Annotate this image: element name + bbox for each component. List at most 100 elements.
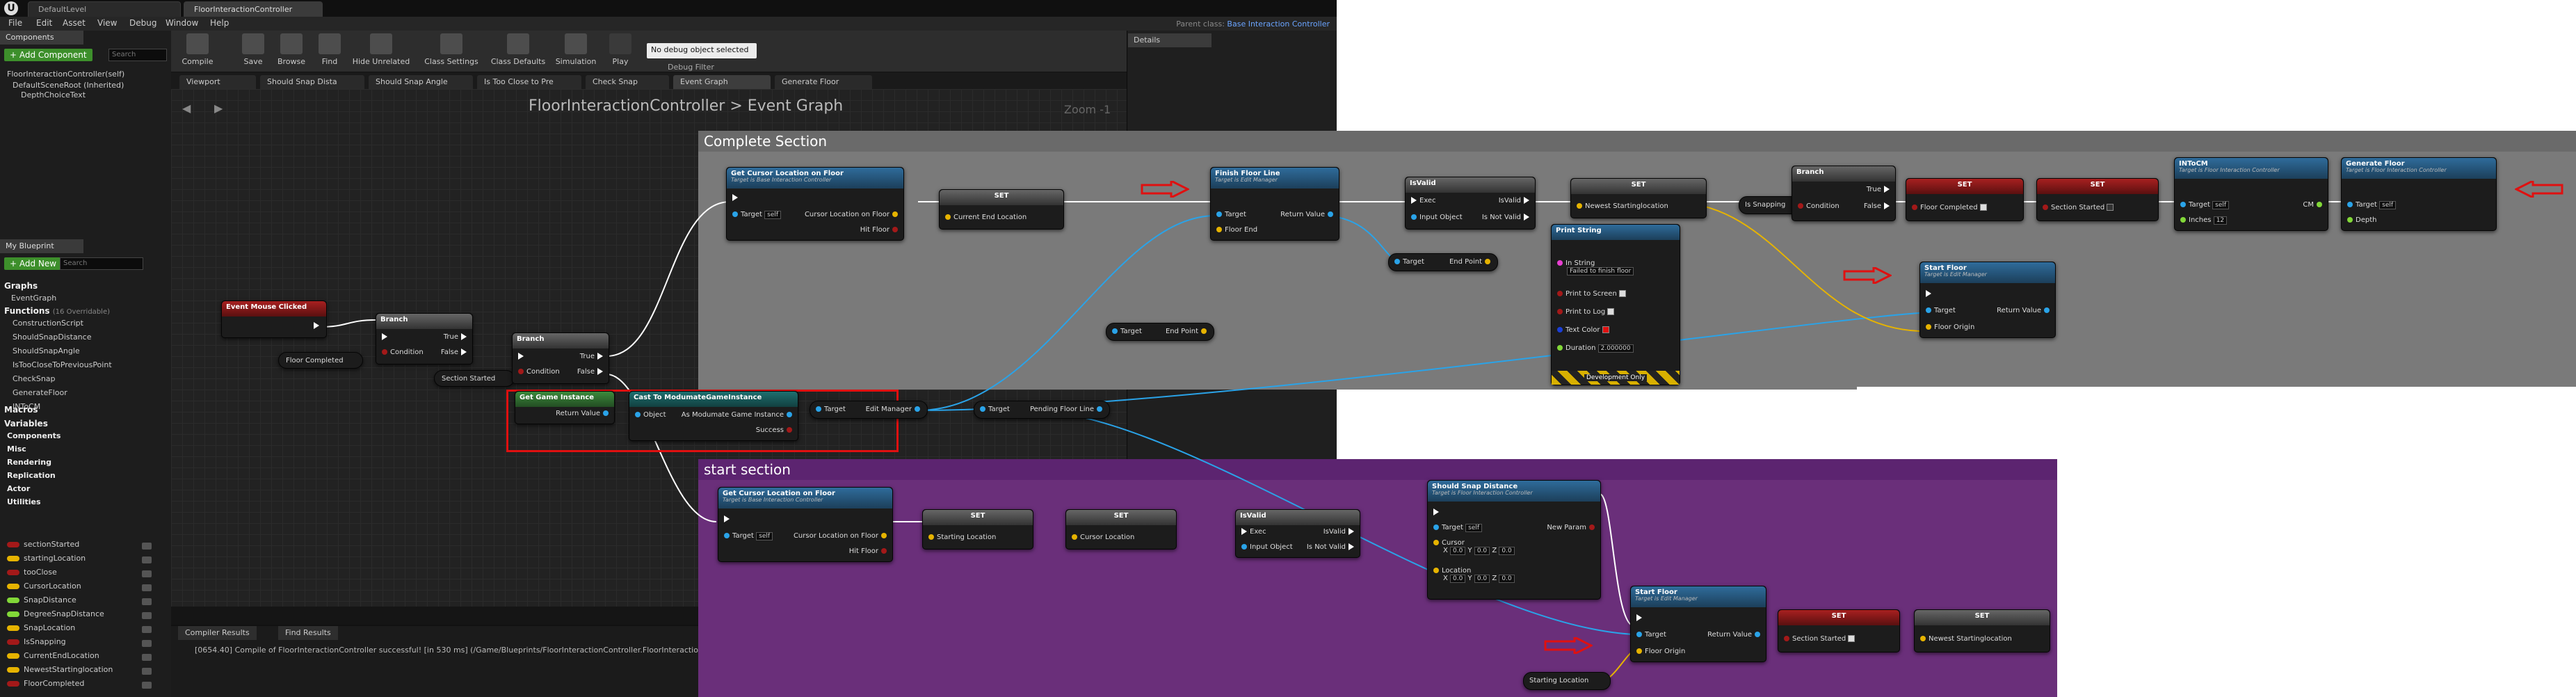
set-starting-location-pin[interactable]: Starting Location <box>926 534 996 541</box>
start-floor-2-exec[interactable] <box>1634 614 1645 622</box>
cast-object-pin[interactable]: Object <box>632 411 666 419</box>
node-set-current-end[interactable]: SET Current End Location <box>939 189 1064 230</box>
node-event-mouse-clicked[interactable]: Event Mouse Clicked <box>221 301 327 338</box>
cursor-y[interactable]: 0.0 <box>1474 547 1490 555</box>
end-point-2-target[interactable]: Target <box>1392 258 1424 266</box>
get-cursor-2-target[interactable]: Target self <box>721 532 773 540</box>
generate-floor-target[interactable]: Target self <box>2344 201 2397 209</box>
node-set-starting-location[interactable]: SET Starting Location <box>922 509 1033 550</box>
should-snap-target[interactable]: Target self <box>1431 524 1483 532</box>
finish-floor-return[interactable]: Return Value <box>1280 211 1336 218</box>
end-point-1-target[interactable]: Target <box>1109 328 1142 335</box>
get-cursor-1-loc-out[interactable]: Cursor Location on Floor <box>805 211 901 218</box>
branch-3-true[interactable]: True <box>1867 186 1892 193</box>
start-floor-1-exec[interactable] <box>1923 290 1934 298</box>
node-set-cursor-location[interactable]: SET Cursor Location <box>1065 509 1177 550</box>
into-cm-inches[interactable]: Inches 12 <box>2177 216 2228 225</box>
print-text-color[interactable]: Text Color <box>1554 326 1609 334</box>
node-is-valid-2[interactable]: IsValid Exec IsValid Input Object Is Not… <box>1235 509 1360 558</box>
get-game-instance-return[interactable]: Return Value <box>556 410 611 417</box>
print-screen-checkbox[interactable] <box>1618 290 1626 297</box>
should-snap-new-param[interactable]: New Param <box>1547 524 1597 531</box>
node-start-floor-1[interactable]: Start Floor Target is Edit Manager Target… <box>1919 262 2056 338</box>
node-floor-completed-getter[interactable]: Floor Completed <box>278 352 363 369</box>
branch-2-condition[interactable]: Condition <box>515 368 560 376</box>
node-start-floor-2[interactable]: Start Floor Target is Edit Manager Target… <box>1630 586 1766 662</box>
get-edit-manager-target[interactable]: Target <box>813 406 846 413</box>
get-cursor-1-exec-in[interactable] <box>730 194 741 202</box>
is-valid-1-not-valid[interactable]: Is Not Valid <box>1482 214 1532 221</box>
node-end-point-2[interactable]: Target End Point <box>1388 253 1498 271</box>
get-cursor-1-target[interactable]: Target self <box>730 211 782 219</box>
branch-1-condition[interactable]: Condition <box>379 348 424 356</box>
start-floor-1-target[interactable]: Target <box>1923 307 1956 314</box>
is-valid-2-input[interactable]: Input Object <box>1239 543 1293 551</box>
into-cm-target[interactable]: Target self <box>2177 201 2230 209</box>
print-log-checkbox[interactable] <box>1607 308 1615 315</box>
branch-1-exec-in[interactable] <box>379 333 390 341</box>
cursor-z[interactable]: 0.0 <box>1499 547 1515 555</box>
text-color-swatch[interactable] <box>1602 326 1609 333</box>
set-cursor-location-pin[interactable]: Cursor Location <box>1069 534 1134 541</box>
print-to-log[interactable]: Print to Log <box>1554 308 1615 316</box>
node-branch-3[interactable]: Branch True Condition False <box>1792 166 1896 221</box>
print-duration[interactable]: Duration 2.000000 <box>1554 344 1634 353</box>
node-starting-location-getter[interactable]: Starting Location <box>1523 672 1611 690</box>
node-finish-floor-line[interactable]: Finish Floor Line Target is Edit Manager … <box>1210 167 1339 241</box>
set-floor-completed-pin[interactable]: Floor Completed <box>1909 204 1987 211</box>
set-current-end-pin[interactable]: Current End Location <box>942 214 1027 221</box>
node-into-cm[interactable]: INToCM Target is Floor Interaction Contro… <box>2174 157 2328 231</box>
branch-1-true[interactable]: True <box>444 333 469 341</box>
node-branch-1[interactable]: Branch True Condition False <box>376 313 473 364</box>
start-floor-1-origin[interactable]: Floor Origin <box>1923 323 1974 331</box>
node-set-section-started-1[interactable]: SET Section Started <box>2036 178 2159 221</box>
set-newest-2-pin[interactable]: Newest Startinglocation <box>1917 635 2012 643</box>
start-floor-2-return[interactable]: Return Value <box>1707 631 1763 639</box>
location-x[interactable]: 0.0 <box>1450 575 1466 583</box>
pending-floor-line-out[interactable]: Pending Floor Line <box>1030 406 1105 413</box>
get-cursor-1-hit-out[interactable]: Hit Floor <box>860 226 901 234</box>
node-get-pending-floor-line[interactable]: Target Pending Floor Line <box>974 401 1110 419</box>
in-string-value[interactable]: Failed to finish floor <box>1567 267 1634 275</box>
start-floor-2-target[interactable]: Target <box>1634 631 1666 639</box>
node-set-newest-starting-2[interactable]: SET Newest Startinglocation <box>1914 609 2050 652</box>
inches-value[interactable]: 12 <box>2213 216 2228 225</box>
should-snap-exec[interactable] <box>1431 508 1442 516</box>
should-snap-cursor[interactable]: Cursor X 0.0 Y 0.0 Z 0.0 <box>1431 539 1515 555</box>
node-set-floor-completed[interactable]: SET Floor Completed <box>1906 178 2024 221</box>
print-to-screen[interactable]: Print to Screen <box>1554 290 1626 298</box>
generate-floor-depth[interactable]: Depth <box>2344 216 2376 224</box>
start-floor-2-origin[interactable]: Floor Origin <box>1634 648 1685 655</box>
exec-out-pin[interactable] <box>311 322 322 330</box>
node-cast-modumate[interactable]: Cast To ModumateGameInstance Object As M… <box>629 391 798 441</box>
should-snap-location[interactable]: Location X 0.0 Y 0.0 Z 0.0 <box>1431 567 1515 583</box>
node-set-section-started-2[interactable]: SET Section Started <box>1778 609 1900 652</box>
end-point-1-out[interactable]: End Point <box>1166 328 1209 335</box>
node-print-string[interactable]: Print String In String Failed to finish f… <box>1551 224 1680 385</box>
branch-3-condition[interactable]: Condition <box>1795 202 1840 210</box>
get-cursor-2-exec[interactable] <box>721 515 732 523</box>
get-edit-manager-out[interactable]: Edit Manager <box>866 406 923 413</box>
pending-floor-line-target[interactable]: Target <box>977 406 1010 413</box>
finish-floor-target[interactable]: Target <box>1214 211 1246 218</box>
node-get-game-instance[interactable]: Get Game Instance Return Value <box>515 391 615 424</box>
get-cursor-2-loc[interactable]: Cursor Location on Floor <box>794 532 889 540</box>
branch-3-false[interactable]: False <box>1864 202 1892 210</box>
node-is-valid-1[interactable]: IsValid Exec IsValid Input Object Is Not… <box>1405 177 1536 230</box>
node-get-cursor-location-2[interactable]: Get Cursor Location on Floor Target is Ba… <box>718 487 893 562</box>
finish-floor-end[interactable]: Floor End <box>1214 226 1257 234</box>
is-valid-2-exec[interactable]: Exec <box>1239 528 1266 536</box>
node-get-cursor-location-1[interactable]: Get Cursor Location on Floor Target is Ba… <box>726 167 904 241</box>
section-started-checkbox[interactable] <box>2107 204 2114 211</box>
start-floor-1-return[interactable]: Return Value <box>1997 307 2052 314</box>
location-z[interactable]: 0.0 <box>1499 575 1515 583</box>
floor-completed-checkbox[interactable] <box>1979 204 1987 211</box>
branch-2-true[interactable]: True <box>580 353 606 360</box>
node-end-point-1[interactable]: Target End Point <box>1106 323 1214 341</box>
into-cm-out[interactable]: CM <box>2303 201 2325 209</box>
node-section-started-getter[interactable]: Section Started <box>434 370 515 387</box>
node-branch-2[interactable]: Branch True Condition False <box>512 333 609 384</box>
branch-2-exec-in[interactable] <box>515 353 526 360</box>
end-point-2-out[interactable]: End Point <box>1449 258 1493 266</box>
branch-2-false[interactable]: False <box>577 368 606 376</box>
